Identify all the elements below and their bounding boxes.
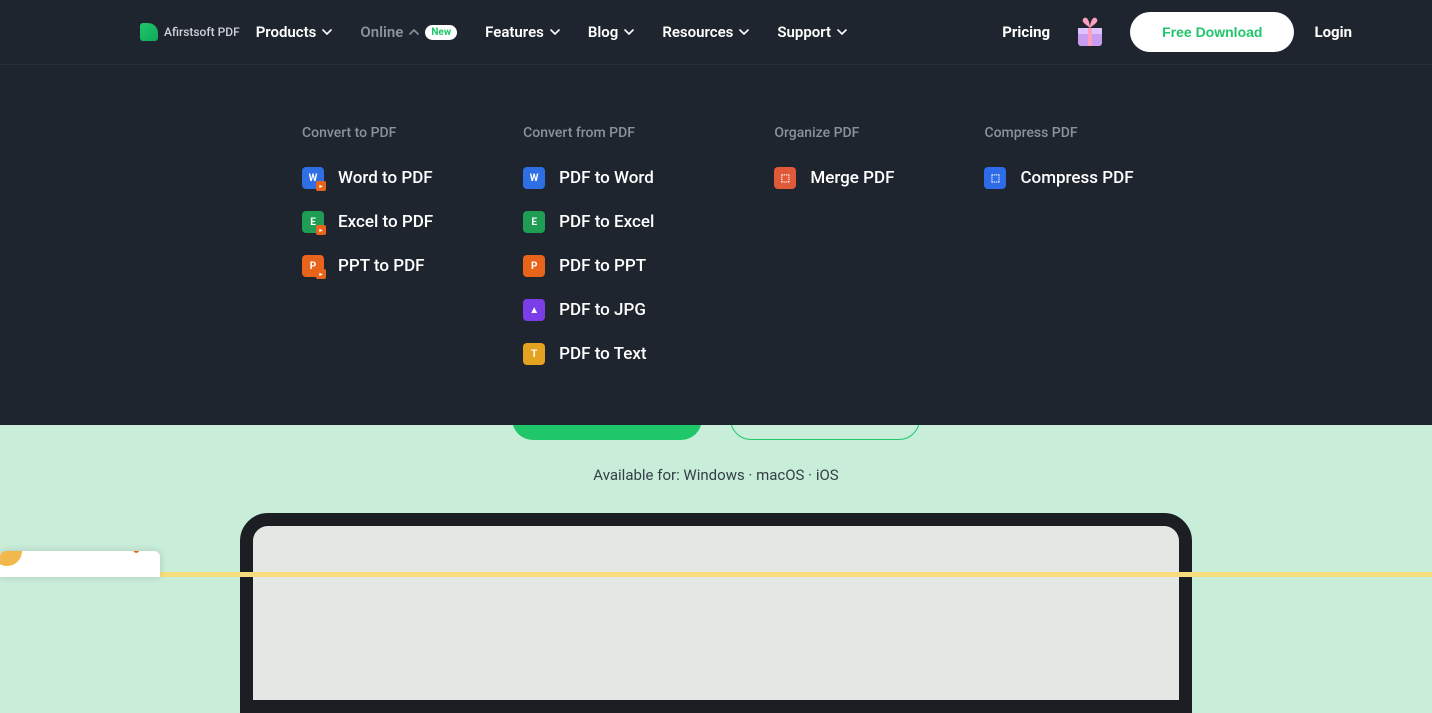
- megamenu-col-title: Convert to PDF: [302, 125, 433, 141]
- nav-products-label: Products: [256, 23, 317, 41]
- megamenu-col-organize: Organize PDF ⬚ Merge PDF: [774, 125, 894, 365]
- menu-ppt-to-pdf[interactable]: P▸ PPT to PDF: [302, 255, 433, 277]
- nav-support-label: Support: [777, 23, 831, 41]
- menu-item-label: PDF to Text: [559, 344, 646, 364]
- megamenu-col-title: Organize PDF: [774, 125, 894, 141]
- brand-logo[interactable]: Afirstsoft PDF: [140, 23, 240, 41]
- nav-online[interactable]: Online New: [360, 23, 457, 41]
- menu-item-label: Merge PDF: [810, 168, 894, 188]
- menu-item-label: PPT to PDF: [338, 256, 425, 276]
- chevron-down-icon: [837, 27, 847, 37]
- ppt-icon: P: [523, 255, 545, 277]
- chevron-down-icon: [739, 27, 749, 37]
- menu-item-label: PDF to PPT: [559, 256, 646, 276]
- menu-item-label: PDF to Excel: [559, 212, 654, 232]
- login-link[interactable]: Login: [1314, 23, 1352, 41]
- nav-support[interactable]: Support: [777, 23, 847, 41]
- word-icon: W: [523, 167, 545, 189]
- online-megamenu: Convert to PDF W▸ Word to PDF E▸ Excel t…: [0, 65, 1432, 425]
- megamenu-col-title: Compress PDF: [984, 125, 1133, 141]
- free-download-button[interactable]: Free Download: [1130, 12, 1294, 52]
- compress-icon: ⬚: [984, 167, 1006, 189]
- excel-icon: E▸: [302, 211, 324, 233]
- menu-item-label: PDF to Word: [559, 168, 654, 188]
- ppt-icon: P▸: [302, 255, 324, 277]
- nav-features-label: Features: [485, 23, 544, 41]
- nav-resources[interactable]: Resources: [662, 23, 749, 41]
- excel-icon: E: [523, 211, 545, 233]
- chevron-down-icon: [550, 27, 560, 37]
- nav-products[interactable]: Products: [256, 23, 333, 41]
- menu-merge-pdf[interactable]: ⬚ Merge PDF: [774, 167, 894, 189]
- nav-blog-label: Blog: [588, 23, 618, 41]
- merge-icon: ⬚: [774, 167, 796, 189]
- nav-online-label: Online: [360, 23, 403, 41]
- menu-compress-pdf[interactable]: ⬚ Compress PDF: [984, 167, 1133, 189]
- word-icon: W▸: [302, 167, 324, 189]
- menu-excel-to-pdf[interactable]: E▸ Excel to PDF: [302, 211, 433, 233]
- menu-pdf-to-text[interactable]: T PDF to Text: [523, 343, 654, 365]
- top-header: Afirstsoft PDF Products Online New Featu…: [0, 0, 1432, 65]
- chevron-down-icon: [322, 27, 332, 37]
- nav-features[interactable]: Features: [485, 23, 560, 41]
- menu-word-to-pdf[interactable]: W▸ Word to PDF: [302, 167, 433, 189]
- megamenu-col-compress: Compress PDF ⬚ Compress PDF: [984, 125, 1133, 365]
- header-right: Pricing Free Download Login: [1002, 12, 1352, 52]
- badge-new: New: [425, 25, 457, 40]
- image-icon: ▲: [523, 299, 545, 321]
- main-nav: Products Online New Features Blog: [256, 23, 847, 41]
- text-icon: T: [523, 343, 545, 365]
- brand-name: Afirstsoft PDF: [164, 25, 240, 39]
- nav-blog[interactable]: Blog: [588, 23, 634, 41]
- promo-strip: [0, 572, 1432, 577]
- nav-pricing[interactable]: Pricing: [1002, 23, 1050, 41]
- menu-item-label: PDF to JPG: [559, 300, 646, 320]
- megamenu-col-convert-to: Convert to PDF W▸ Word to PDF E▸ Excel t…: [302, 125, 433, 365]
- nav-resources-label: Resources: [662, 23, 733, 41]
- promo-popup[interactable]: [0, 551, 160, 577]
- megamenu-col-title: Convert from PDF: [523, 125, 654, 141]
- megamenu-col-convert-from: Convert from PDF W PDF to Word E PDF to …: [523, 125, 654, 365]
- menu-pdf-to-excel[interactable]: E PDF to Excel: [523, 211, 654, 233]
- menu-item-label: Compress PDF: [1020, 168, 1133, 188]
- chevron-down-icon: [624, 27, 634, 37]
- gift-icon[interactable]: [1070, 12, 1110, 52]
- device-mockup: [240, 513, 1192, 713]
- logo-icon: [140, 23, 158, 41]
- menu-item-label: Word to PDF: [338, 168, 433, 188]
- chevron-up-icon: [409, 27, 419, 37]
- menu-pdf-to-jpg[interactable]: ▲ PDF to JPG: [523, 299, 654, 321]
- available-platforms: Available for: Windows · macOS · iOS: [0, 466, 1432, 484]
- menu-pdf-to-ppt[interactable]: P PDF to PPT: [523, 255, 654, 277]
- menu-pdf-to-word[interactable]: W PDF to Word: [523, 167, 654, 189]
- menu-item-label: Excel to PDF: [338, 212, 433, 232]
